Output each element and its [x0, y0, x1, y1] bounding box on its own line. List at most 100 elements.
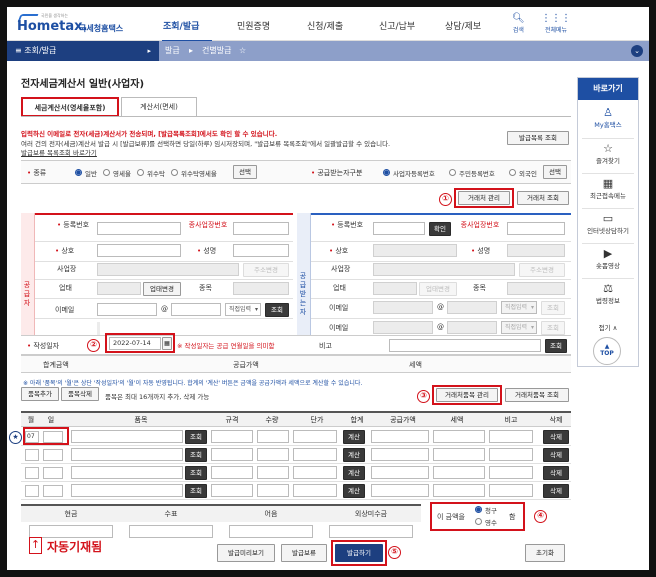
receiver-email-domain-input[interactable]	[447, 301, 497, 314]
breadcrumb-single-issue[interactable]: 건별발급	[202, 41, 231, 61]
receiver-radio-foreigner[interactable]	[509, 169, 516, 176]
row-qty-input[interactable]	[257, 466, 289, 479]
receiver-biztype-change-button[interactable]: 업태변경	[419, 282, 457, 296]
top-button[interactable]: ▲ TOP	[593, 337, 621, 365]
quick-law[interactable]: ⚖ 법령정보	[578, 282, 638, 305]
item-add-button[interactable]: 품목추가	[21, 387, 59, 401]
supplier-regno-input[interactable]	[97, 222, 181, 235]
receiver-confirm-button[interactable]: 확인	[429, 222, 451, 236]
nav-consult-report[interactable]: 상담/제보	[445, 19, 481, 32]
row-price-input[interactable]	[293, 466, 337, 479]
receiver-email-lookup-button[interactable]: 조회	[541, 301, 565, 315]
row-spec-input[interactable]	[211, 448, 253, 461]
row-supply-input[interactable]	[371, 430, 429, 443]
row-calc-button[interactable]: 계산	[343, 448, 365, 462]
supplier-email-lookup-button[interactable]: 조회	[265, 303, 289, 317]
row-delete-button[interactable]: 삭제	[543, 484, 569, 498]
supplier-company-input[interactable]	[97, 244, 181, 257]
receiver-company-input[interactable]	[373, 244, 457, 257]
row-qty-input[interactable]	[257, 484, 289, 497]
row-memo-input[interactable]	[489, 430, 533, 443]
breadcrumb-menu[interactable]: ≡ 조회/발급 ▸	[7, 41, 159, 61]
row-month-input[interactable]: 07	[25, 431, 39, 443]
row-item-input[interactable]	[71, 466, 183, 479]
receiver-biztype-input[interactable]	[373, 282, 417, 295]
hold-button[interactable]: 발급보류	[281, 544, 327, 562]
type-select-button[interactable]: 선택	[233, 165, 257, 179]
row-spec-input[interactable]	[211, 484, 253, 497]
quick-favorites[interactable]: ☆ 즐겨찾기	[578, 142, 638, 165]
receiver-select-button[interactable]: 선택	[543, 165, 567, 179]
quick-recent[interactable]: ▦ 최근접속메뉴	[578, 177, 638, 200]
row-supply-input[interactable]	[371, 448, 429, 461]
supplier-biztype-change-button[interactable]: 업태변경	[143, 282, 181, 296]
calendar-icon[interactable]: ▦	[162, 337, 172, 350]
tab-invoice-exempt[interactable]: 계산서(면세)	[121, 97, 197, 117]
supplier-address-input[interactable]	[97, 263, 239, 276]
supplier-item-input[interactable]	[233, 282, 289, 295]
claim-radio-receipt[interactable]	[475, 518, 482, 525]
row-delete-button[interactable]: 삭제	[543, 448, 569, 462]
supplier-subbiz-input[interactable]	[233, 222, 289, 235]
quick-fold[interactable]: 접기 ∧	[578, 322, 638, 332]
quick-consult[interactable]: ▭ 인터넷상담하기	[578, 212, 638, 235]
item-delete-button[interactable]: 품목삭제	[61, 387, 99, 401]
nav-lookup-issue[interactable]: 조회/발급	[163, 19, 199, 32]
type-radio-consign[interactable]	[137, 169, 144, 176]
partner-item-manage-button[interactable]: 거래처품목 관리	[436, 388, 498, 402]
receiver-email2-domain-input[interactable]	[447, 321, 497, 334]
receiver-address-input[interactable]	[373, 263, 515, 276]
row-day-input[interactable]	[43, 485, 63, 497]
issue-button[interactable]: 발급하기	[335, 544, 383, 562]
type-radio-general[interactable]	[75, 169, 82, 176]
row-price-input[interactable]	[293, 430, 337, 443]
nav-report-pay[interactable]: 신고/납부	[379, 19, 415, 32]
reset-button[interactable]: 초기화	[525, 544, 565, 562]
receiver-item-input[interactable]	[507, 282, 565, 295]
row-memo-input[interactable]	[489, 448, 533, 461]
partner-manage-button[interactable]: 거래처 관리	[458, 191, 510, 205]
row-calc-button[interactable]: 계산	[343, 430, 365, 444]
notice-hold-link[interactable]: 발급보류 목록조회 바로가기	[21, 147, 97, 157]
row-memo-input[interactable]	[489, 484, 533, 497]
row-spec-input[interactable]	[211, 430, 253, 443]
row-memo-input[interactable]	[489, 466, 533, 479]
receiver-email2-id-input[interactable]	[373, 321, 433, 334]
favorite-star-icon[interactable]: ☆	[239, 41, 246, 61]
row-qty-input[interactable]	[257, 448, 289, 461]
row-qty-input[interactable]	[257, 430, 289, 443]
row-day-input[interactable]	[43, 467, 63, 479]
row-calc-button[interactable]: 계산	[343, 484, 365, 498]
row-supply-input[interactable]	[371, 484, 429, 497]
totals-note-input[interactable]	[229, 525, 313, 538]
supplier-email-id-input[interactable]	[97, 303, 157, 316]
nav-apply-submit[interactable]: 신청/제출	[307, 19, 343, 32]
row-day-input[interactable]	[43, 431, 63, 443]
row-day-input[interactable]	[43, 449, 63, 461]
row-item-input[interactable]	[71, 448, 183, 461]
issue-list-button[interactable]: 발급목록 조회	[507, 131, 569, 145]
row-item-lookup-button[interactable]: 조회	[185, 484, 207, 498]
row-tax-input[interactable]	[433, 484, 485, 497]
quick-shortform[interactable]: ▶ 숏폼영상	[578, 247, 638, 270]
supplier-address-change-button[interactable]: 주소변경	[243, 263, 289, 277]
row-price-input[interactable]	[293, 448, 337, 461]
chevron-down-icon[interactable]: ⌄	[631, 45, 643, 57]
quick-my-hometax[interactable]: ♙ My홈택스	[578, 106, 638, 129]
row-delete-button[interactable]: 삭제	[543, 466, 569, 480]
supplier-email-domain-input[interactable]	[171, 303, 221, 316]
row-supply-input[interactable]	[371, 466, 429, 479]
row-month-input[interactable]	[25, 467, 39, 479]
receiver-name-input[interactable]	[507, 244, 565, 257]
memo-lookup-button[interactable]: 조회	[545, 339, 567, 353]
date-input[interactable]: 2022-07-14	[109, 337, 161, 350]
nav-certificates[interactable]: 민원증명	[237, 19, 270, 32]
tab-tax-invoice[interactable]: 세금계산서(영세율포함)	[21, 97, 119, 117]
receiver-radio-resident[interactable]	[449, 169, 456, 176]
row-item-lookup-button[interactable]: 조회	[185, 466, 207, 480]
supplier-email-select[interactable]: 직접입력	[225, 303, 261, 316]
partner-lookup-button[interactable]: 거래처 조회	[517, 191, 569, 205]
receiver-radio-bizno[interactable]	[383, 169, 390, 176]
receiver-subbiz-input[interactable]	[507, 222, 565, 235]
row-delete-button[interactable]: 삭제	[543, 430, 569, 444]
